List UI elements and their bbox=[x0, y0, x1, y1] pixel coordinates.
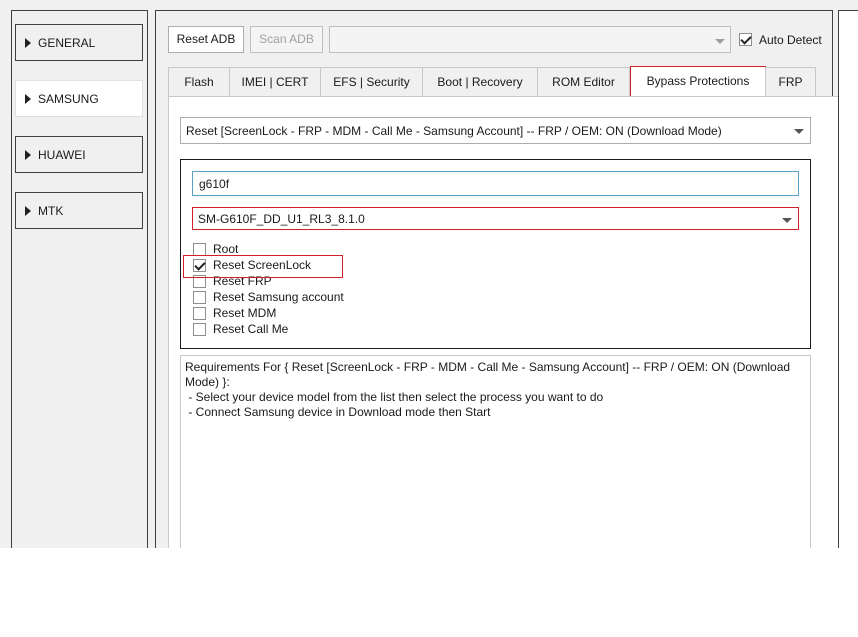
chevron-down-icon bbox=[782, 218, 792, 223]
right-panel bbox=[838, 10, 858, 548]
model-search-input[interactable]: g610f bbox=[192, 171, 799, 196]
requirements-textbox[interactable]: Requirements For { Reset [ScreenLock - F… bbox=[180, 355, 811, 548]
sidebar-item-huawei[interactable]: HUAWEI bbox=[15, 136, 143, 173]
reset-frp-checkbox[interactable] bbox=[193, 275, 206, 288]
checkmark-icon bbox=[194, 259, 206, 271]
reset-samsung-account-checkbox[interactable] bbox=[193, 291, 206, 304]
expand-arrow-icon bbox=[25, 150, 31, 160]
device-port-combo[interactable] bbox=[329, 26, 731, 53]
tab-rom-editor[interactable]: ROM Editor bbox=[537, 67, 630, 96]
expand-arrow-icon bbox=[25, 206, 31, 216]
tab-boot-recovery[interactable]: Boot | Recovery bbox=[422, 67, 538, 96]
root-checkbox[interactable] bbox=[193, 243, 206, 256]
app-window: GENERAL SAMSUNG HUAWEI MTK Reset ADB Sca… bbox=[0, 0, 858, 548]
main-panel: Reset ADB Scan ADB Auto Detect Flash IME… bbox=[155, 10, 850, 548]
reset-call-me-checkbox[interactable] bbox=[193, 323, 206, 336]
firmware-select[interactable]: SM-G610F_DD_U1_RL3_8.1.0 bbox=[192, 207, 799, 230]
sidebar-item-samsung[interactable]: SAMSUNG bbox=[15, 80, 143, 117]
sidebar-item-label: MTK bbox=[38, 204, 64, 218]
option-label: Reset ScreenLock bbox=[213, 258, 312, 272]
tab-flash[interactable]: Flash bbox=[168, 67, 230, 96]
option-label: Reset MDM bbox=[213, 306, 277, 320]
auto-detect-label: Auto Detect bbox=[759, 33, 822, 47]
model-search-value: g610f bbox=[199, 177, 230, 191]
sidebar-item-label: HUAWEI bbox=[38, 148, 86, 162]
option-label: Reset FRP bbox=[213, 274, 272, 288]
scan-adb-button[interactable]: Scan ADB bbox=[250, 26, 323, 53]
sidebar-item-label: SAMSUNG bbox=[38, 92, 99, 106]
sidebar-item-label: GENERAL bbox=[38, 36, 96, 50]
reset-adb-button[interactable]: Reset ADB bbox=[168, 26, 244, 53]
sidebar-item-general[interactable]: GENERAL bbox=[15, 24, 143, 61]
device-options-group: g610f SM-G610F_DD_U1_RL3_8.1.0 Root Rese… bbox=[180, 159, 811, 349]
tab-bypass-protections[interactable]: Bypass Protections bbox=[630, 66, 766, 97]
expand-arrow-icon bbox=[25, 38, 31, 48]
bypass-protections-panel: Reset [ScreenLock - FRP - MDM - Call Me … bbox=[168, 96, 850, 548]
tab-imei-cert[interactable]: IMEI | CERT bbox=[229, 67, 321, 96]
option-label: Reset Samsung account bbox=[213, 290, 344, 304]
sidebar-item-mtk[interactable]: MTK bbox=[15, 192, 143, 229]
operation-select-value: Reset [ScreenLock - FRP - MDM - Call Me … bbox=[186, 124, 722, 138]
firmware-select-value: SM-G610F_DD_U1_RL3_8.1.0 bbox=[198, 212, 365, 226]
reset-screenlock-checkbox[interactable] bbox=[193, 259, 206, 272]
expand-arrow-icon bbox=[25, 94, 31, 104]
chevron-down-icon bbox=[794, 129, 804, 134]
sidebar: GENERAL SAMSUNG HUAWEI MTK bbox=[11, 10, 148, 548]
option-label: Root bbox=[213, 242, 239, 256]
auto-detect-checkbox[interactable] bbox=[739, 33, 752, 46]
reset-mdm-checkbox[interactable] bbox=[193, 307, 206, 320]
option-label: Reset Call Me bbox=[213, 322, 289, 336]
chevron-down-icon bbox=[715, 39, 725, 44]
checkmark-icon bbox=[740, 33, 752, 45]
operation-select[interactable]: Reset [ScreenLock - FRP - MDM - Call Me … bbox=[180, 117, 811, 144]
tab-efs-security[interactable]: EFS | Security bbox=[320, 67, 423, 96]
tab-frp[interactable]: FRP bbox=[765, 67, 816, 96]
